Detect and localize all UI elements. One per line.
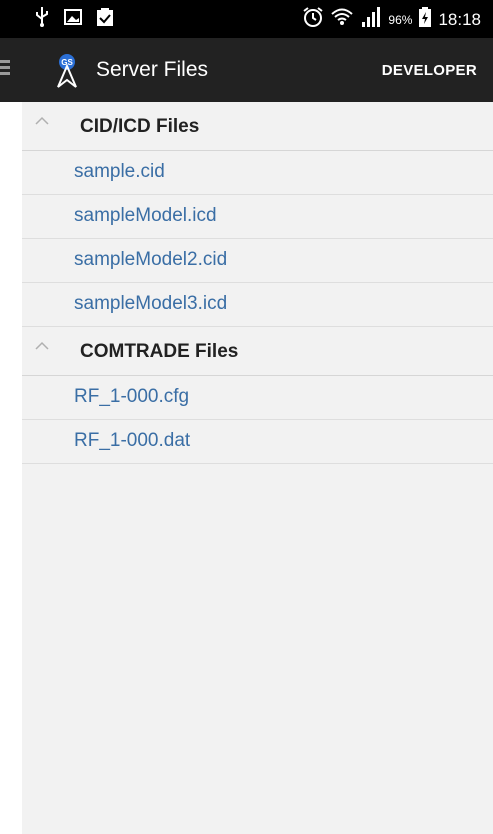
- gallery-icon: [64, 8, 82, 31]
- alarm-icon: [302, 6, 324, 33]
- usb-icon: [34, 6, 50, 33]
- developer-button[interactable]: DEVELOPER: [382, 62, 477, 79]
- clock: 18:18: [438, 9, 481, 29]
- status-bar: 96% 18:18: [0, 0, 493, 38]
- group-title: CID/ICD Files: [80, 116, 200, 137]
- chevron-up-icon: [34, 339, 50, 351]
- file-row[interactable]: RF_1-000.cfg: [22, 376, 493, 420]
- wifi-icon: [330, 6, 354, 33]
- file-row[interactable]: sampleModel3.icd: [22, 283, 493, 327]
- file-row[interactable]: sampleModel2.cid: [22, 239, 493, 283]
- signal-icon: [360, 6, 382, 33]
- drawer-menu-icon[interactable]: [0, 60, 12, 80]
- file-name[interactable]: RF_1-000.cfg: [74, 386, 189, 408]
- file-name[interactable]: RF_1-000.dat: [74, 430, 190, 452]
- battery-charging-icon: [418, 6, 432, 33]
- group-header-cid-icd[interactable]: CID/ICD Files: [22, 102, 493, 151]
- file-name[interactable]: sampleModel2.cid: [74, 249, 227, 271]
- group-title: COMTRADE Files: [80, 341, 239, 362]
- left-frame: [0, 0, 22, 834]
- app-logo-icon: GS: [52, 54, 82, 88]
- clipboard-check-icon: [96, 7, 114, 32]
- app-toolbar: GS Server Files DEVELOPER: [0, 38, 493, 102]
- page-title: Server Files: [96, 58, 209, 81]
- file-row[interactable]: RF_1-000.dat: [22, 420, 493, 464]
- file-name[interactable]: sampleModel.icd: [74, 205, 217, 227]
- file-name[interactable]: sampleModel3.icd: [74, 293, 227, 315]
- chevron-up-icon: [34, 114, 50, 126]
- file-row[interactable]: sampleModel.icd: [22, 195, 493, 239]
- file-row[interactable]: sample.cid: [22, 151, 493, 195]
- group-header-comtrade[interactable]: COMTRADE Files: [22, 327, 493, 376]
- file-list: CID/ICD Files sample.cid sampleModel.icd…: [22, 102, 493, 464]
- file-name[interactable]: sample.cid: [74, 161, 165, 183]
- battery-percent: 96%: [388, 12, 413, 27]
